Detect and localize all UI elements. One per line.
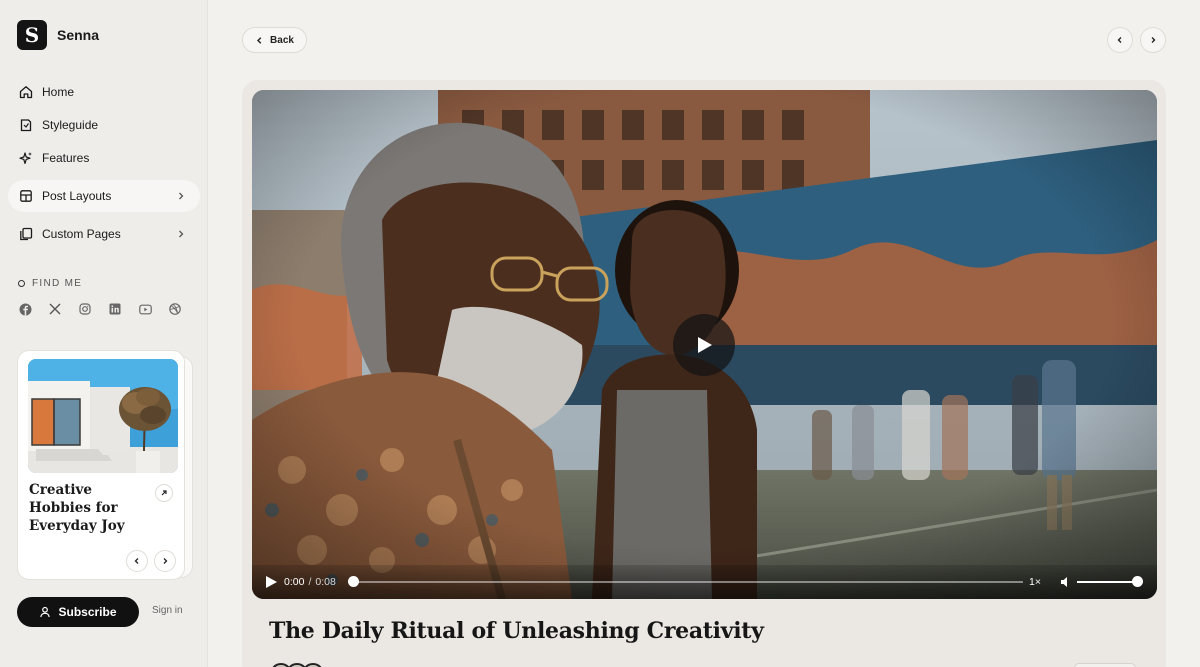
- circle-icon: [18, 280, 25, 287]
- chevron-right-icon: [174, 227, 188, 241]
- duration: 0:08: [315, 576, 336, 588]
- main-nav: Home Styleguide Features Post Layouts Cu…: [8, 76, 200, 250]
- volume-icon[interactable]: [1059, 575, 1073, 589]
- nav-item-post-layouts[interactable]: Post Layouts: [8, 180, 200, 212]
- nav-item-label: Home: [42, 85, 75, 99]
- volume-handle[interactable]: [1132, 576, 1143, 587]
- chevron-right-icon: [174, 189, 188, 203]
- linkedin-icon[interactable]: [108, 302, 122, 316]
- video-controls: 0:00/0:08 1×: [252, 565, 1157, 599]
- nav-item-label: Features: [42, 151, 90, 165]
- nav-item-label: Styleguide: [42, 118, 99, 132]
- brand-logo[interactable]: S: [17, 20, 47, 50]
- architecture-tree-image[interactable]: [28, 359, 178, 473]
- chevron-left-icon: [255, 36, 264, 45]
- brand-name[interactable]: Senna: [57, 27, 99, 43]
- play-icon: [698, 337, 712, 353]
- nav-item-home[interactable]: Home: [8, 76, 200, 108]
- dribbble-icon[interactable]: [168, 302, 182, 316]
- book-icon: [18, 118, 33, 133]
- carousel-prev-button[interactable]: [126, 550, 148, 572]
- sign-in-link[interactable]: Sign in: [152, 605, 183, 616]
- home-icon: [18, 85, 33, 100]
- user-icon: [39, 606, 51, 618]
- control-play-button[interactable]: [264, 575, 278, 589]
- volume-slider[interactable]: [1077, 581, 1137, 583]
- nav-item-styleguide[interactable]: Styleguide: [8, 109, 200, 141]
- time-display: 0:00/0:08: [284, 576, 336, 588]
- next-post-button[interactable]: [1140, 27, 1166, 53]
- featured-post-carousel: Creative Hobbies for Everyday Joy: [17, 350, 193, 580]
- author-avatars[interactable]: [270, 663, 324, 667]
- nav-item-label: Custom Pages: [42, 227, 121, 241]
- play-icon: [266, 576, 277, 588]
- featured-post-title[interactable]: Creative Hobbies for Everyday Joy: [29, 481, 154, 535]
- progress-handle[interactable]: [348, 576, 359, 587]
- nav-item-features[interactable]: Features: [8, 142, 200, 174]
- youtube-icon[interactable]: [138, 302, 152, 316]
- find-me-heading: FIND ME: [18, 278, 82, 289]
- subscribe-button[interactable]: Subscribe: [17, 597, 139, 627]
- subscribe-label: Subscribe: [58, 605, 117, 619]
- pages-icon: [18, 227, 33, 242]
- back-label: Back: [270, 34, 294, 46]
- arrow-up-right-icon[interactable]: [155, 484, 173, 502]
- featured-post-card[interactable]: Creative Hobbies for Everyday Joy: [17, 350, 185, 580]
- social-links: [18, 302, 198, 316]
- progress-bar[interactable]: [353, 581, 1023, 583]
- post-title: The Daily Ritual of Unleashing Creativit…: [269, 618, 764, 644]
- post-meta-badge[interactable]: [1074, 663, 1136, 667]
- current-time: 0:00: [284, 576, 305, 588]
- brand[interactable]: S Senna: [17, 20, 99, 50]
- nav-item-label: Post Layouts: [42, 189, 112, 203]
- layout-icon: [18, 189, 33, 204]
- facebook-icon[interactable]: [18, 302, 32, 316]
- x-icon[interactable]: [48, 302, 62, 316]
- play-button[interactable]: [673, 314, 735, 376]
- video-player[interactable]: 0:00/0:08 1×: [252, 90, 1157, 599]
- instagram-icon[interactable]: [78, 302, 92, 316]
- sidebar: S Senna Home Styleguide Features Post La…: [0, 0, 208, 667]
- nav-item-custom-pages[interactable]: Custom Pages: [8, 218, 200, 250]
- carousel-next-button[interactable]: [154, 550, 176, 572]
- sparkle-icon: [18, 151, 33, 166]
- find-me-label: FIND ME: [32, 278, 83, 289]
- playback-speed-button[interactable]: 1×: [1029, 576, 1041, 588]
- back-button[interactable]: Back: [242, 27, 307, 53]
- time-separator: /: [308, 576, 312, 588]
- previous-post-button[interactable]: [1107, 27, 1133, 53]
